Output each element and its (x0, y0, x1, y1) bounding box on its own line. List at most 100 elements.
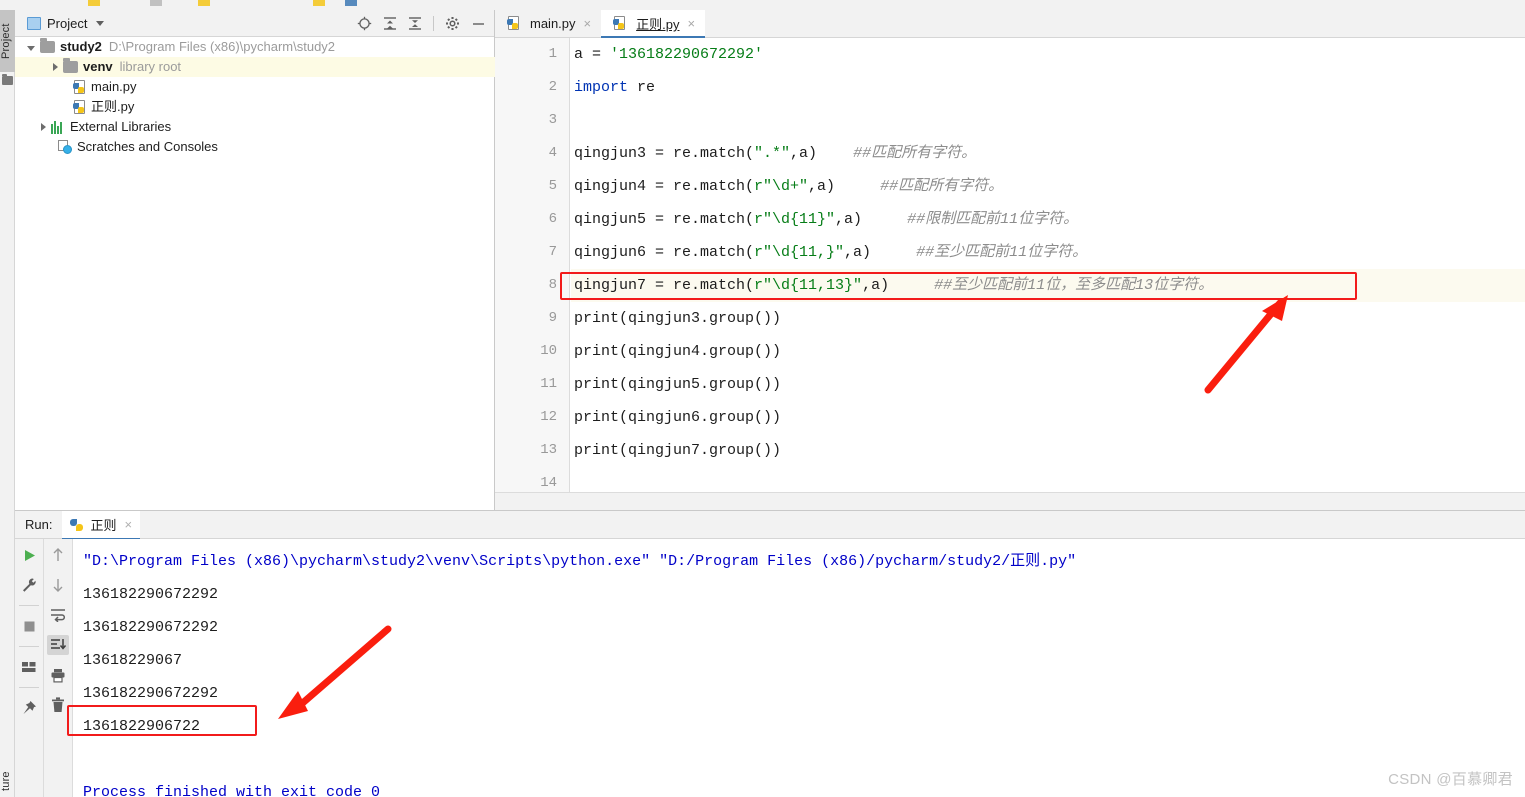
run-tab-zhengze[interactable]: 正则 × (62, 510, 141, 540)
settings-wrench-icon[interactable] (18, 575, 40, 595)
toolbar-fragment-icon (88, 0, 100, 6)
chevron-down-icon[interactable] (96, 20, 105, 26)
code-token: qingjun4 = re.match( (574, 178, 755, 195)
left-tool-rail: Project ture (0, 10, 15, 797)
line-number: 12 (540, 409, 557, 425)
code-line[interactable]: qingjun6 = re.match(r"\d{11,}",a) ##至少匹配… (571, 236, 1525, 269)
close-icon[interactable]: × (687, 16, 695, 31)
code-line[interactable]: print(qingjun7.group()) (571, 434, 1525, 467)
code-line[interactable] (571, 104, 1525, 137)
code-token: print(qingjun5.group()) (574, 376, 782, 393)
python-file-icon (613, 16, 627, 31)
code-token: qingjun3 = re.match( (574, 145, 755, 162)
tree-node-label: External Libraries (70, 119, 172, 134)
code-token: print(qingjun4.group()) (574, 343, 782, 360)
scroll-up-icon[interactable] (47, 545, 69, 565)
code-token: print(qingjun7.group()) (574, 442, 782, 459)
rail-tab-structure[interactable]: ture (0, 755, 15, 797)
libraries-icon (51, 120, 65, 134)
soft-wrap-icon[interactable] (47, 605, 69, 625)
python-file-icon (507, 16, 521, 31)
console-line: 13618229067 (83, 652, 183, 669)
line-number: 5 (548, 178, 557, 194)
code-line[interactable]: qingjun4 = re.match(r"\d+",a) ##匹配所有字符。 (571, 170, 1525, 203)
rail-tab-project[interactable]: Project (0, 10, 15, 72)
scroll-to-end-icon[interactable] (47, 635, 69, 655)
line-number: 10 (540, 343, 557, 359)
tree-node-external-libraries[interactable]: External Libraries (15, 117, 494, 137)
code-token: qingjun7 = re.match( (574, 277, 755, 294)
console-line: Process finished with exit code 0 (83, 784, 381, 797)
trash-icon[interactable] (47, 695, 69, 715)
tree-node-scratches-and-consoles[interactable]: Scratches and Consoles (15, 137, 494, 157)
code-token: a = (574, 46, 611, 63)
code-token: ##至少匹配前11位字符。 (916, 244, 1088, 261)
line-number: 13 (540, 442, 557, 458)
code-token: r"\d+" (754, 178, 809, 195)
minimize-icon[interactable] (471, 16, 486, 31)
code-token: ,a) (844, 244, 917, 261)
line-number: 9 (548, 310, 557, 326)
tree-node-label: Scratches and Consoles (77, 139, 218, 154)
run-toolbar-right (44, 539, 73, 797)
tab-label: 正则.py (636, 17, 680, 32)
code-line[interactable]: print(qingjun3.group()) (571, 302, 1525, 335)
chevron-right-icon[interactable] (53, 63, 58, 71)
code-line[interactable]: a = '136182290672292' (571, 38, 1525, 71)
folder-icon (40, 38, 55, 53)
editor-code-area[interactable]: a = '136182290672292' import re qingjun3 =… (571, 38, 1525, 492)
tree-node-tag: library root (119, 59, 182, 74)
console-line: 136182290672292 (83, 685, 219, 702)
toolbar-fragment-icon (313, 0, 325, 6)
console-line: "D:\Program Files (x86)\pycharm\study2\v… (83, 553, 1077, 570)
gear-icon[interactable] (445, 16, 460, 31)
toolbar-fragment-icon (150, 0, 162, 6)
tree-node-zhengze-py[interactable]: 正则.py (15, 97, 494, 117)
tab-zhengze-py[interactable]: 正则.py × (601, 10, 706, 38)
code-line[interactable]: print(qingjun5.group()) (571, 368, 1525, 401)
stop-icon[interactable] (18, 616, 40, 636)
toolbar-fragment-icon (198, 0, 210, 6)
tab-main-py[interactable]: main.py × (495, 10, 602, 37)
close-icon[interactable]: × (584, 16, 592, 31)
code-line[interactable]: print(qingjun6.group()) (571, 401, 1525, 434)
code-line[interactable] (571, 467, 1525, 492)
tree-node-venv[interactable]: venv library root (15, 57, 495, 77)
code-token: ##至少匹配前11位，至多匹配13位字符。 (934, 277, 1214, 294)
collapse-all-icon[interactable] (408, 16, 422, 31)
editor-gutter[interactable]: 1 2 3 4 5 6 7 8 9 10 11 12 13 14 (495, 38, 570, 492)
locate-icon[interactable] (357, 16, 372, 31)
code-line[interactable]: import re (571, 71, 1525, 104)
code-token: r"\d{11,13}" (754, 277, 863, 294)
scratches-icon (58, 140, 73, 154)
chevron-right-icon[interactable] (41, 123, 46, 131)
code-line[interactable]: qingjun7 = re.match(r"\d{11,13}",a) ##至少… (571, 269, 1525, 302)
expand-all-icon[interactable] (383, 16, 397, 31)
code-token: ##匹配所有字符。 (880, 178, 1004, 195)
run-panel-header: Run: 正则 × (15, 510, 1525, 540)
tree-node-label: 正则.py (91, 99, 135, 114)
tree-node-label: study2 (60, 39, 102, 54)
line-number: 2 (548, 79, 557, 95)
chevron-down-icon[interactable] (27, 45, 35, 51)
code-line[interactable]: qingjun5 = re.match(r"\d{11}",a) ##限制匹配前… (571, 203, 1525, 236)
layout-icon[interactable] (18, 657, 40, 677)
code-editor: main.py × 正则.py × 1 2 3 4 5 6 7 8 9 10 11 12 13 14 a … (495, 10, 1525, 510)
code-line[interactable]: print(qingjun4.group()) (571, 335, 1525, 368)
folder-icon (63, 58, 78, 73)
tree-node-main-py[interactable]: main.py (15, 77, 494, 97)
print-icon[interactable] (47, 665, 69, 685)
run-icon[interactable] (18, 545, 40, 565)
run-console-output[interactable]: "D:\Program Files (x86)\pycharm\study2\v… (73, 539, 1525, 797)
scroll-down-icon[interactable] (47, 575, 69, 595)
tree-node-study2[interactable]: study2 D:\Program Files (x86)\pycharm\st… (15, 37, 494, 57)
code-line[interactable]: qingjun3 = re.match(".*",a) ##匹配所有字符。 (571, 137, 1525, 170)
pin-icon[interactable] (18, 698, 40, 718)
python-file-icon (73, 99, 87, 115)
line-number: 11 (540, 376, 557, 392)
code-token: '136182290672292' (610, 46, 764, 63)
editor-bottom-strip (495, 492, 1525, 510)
project-tree: study2 D:\Program Files (x86)\pycharm\st… (15, 37, 495, 157)
close-icon[interactable]: × (124, 517, 132, 532)
